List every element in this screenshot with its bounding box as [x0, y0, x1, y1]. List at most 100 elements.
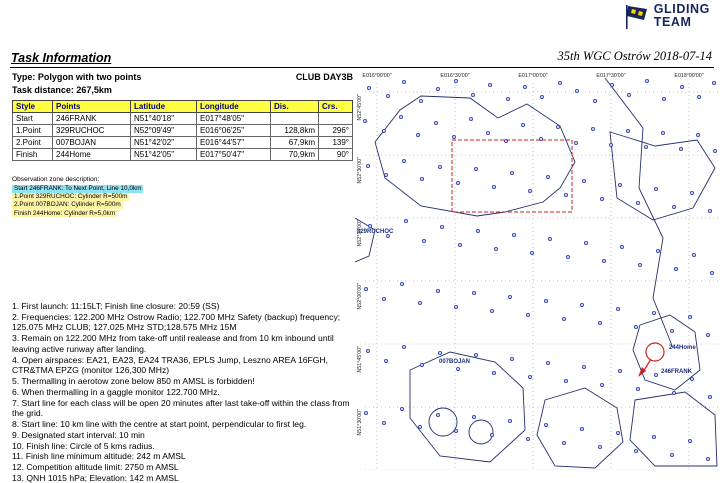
- waypoint-dot: [381, 420, 386, 425]
- waypoint-dot: [363, 410, 368, 415]
- oz-line-finish: Finish 244Home: Cylinder R=5,0km: [12, 209, 118, 218]
- table-cell: N51°42'05": [130, 148, 197, 161]
- logo-line1: GLIDING: [653, 2, 710, 16]
- waypoint-dot: [418, 300, 423, 305]
- waypoint-dot: [691, 252, 696, 257]
- waypoint-dot: [522, 84, 527, 89]
- waypoint-dot: [489, 432, 494, 437]
- table-cell: 1.Point: [12, 124, 53, 137]
- waypoint-dot: [625, 129, 630, 134]
- waypoint-dot: [679, 84, 684, 89]
- waypoint-dot: [489, 308, 494, 313]
- page-title: Task Information: [11, 51, 112, 65]
- note-line: 9. Designated start interval: 10 min: [12, 429, 145, 440]
- waypoint-dot: [565, 254, 570, 259]
- waypoint-dot: [561, 316, 566, 321]
- waypoint-dot: [543, 422, 548, 427]
- latitude-label: N52°30'00": [357, 157, 363, 184]
- checkered-flag-icon: [623, 3, 649, 36]
- waypoint-dot: [617, 368, 622, 373]
- latitude-label: N52°00'00": [357, 283, 363, 310]
- waypoint-dot: [608, 143, 613, 148]
- note-line: 8. Start line: 10 km line with the centr…: [12, 419, 307, 430]
- waypoint-dot: [597, 444, 602, 449]
- waypoint-dot: [400, 281, 405, 286]
- waypoint-dot: [491, 185, 496, 190]
- waypoint-dot: [590, 127, 595, 132]
- waypoint-dot: [509, 171, 514, 176]
- table-row: Finish 244Home N51°42'05" E017°50'47" 70,9km…: [12, 148, 353, 161]
- note-line: 4. Open airspaces: EA21, EA23, EA24 TRA3…: [12, 354, 329, 376]
- note-line: 10. Finish line: Circle of 5 kms radius.: [12, 440, 155, 451]
- table-cell: 139°: [318, 136, 353, 149]
- table-cell: E017°48'05": [196, 112, 271, 125]
- waypoint-dot: [469, 117, 474, 122]
- waypoint-dot: [678, 147, 683, 152]
- note-line: 3. Remain on 122.200 MHz from take-off u…: [12, 333, 334, 354]
- waypoint-dot: [689, 191, 694, 196]
- waypoint-dot: [545, 360, 550, 365]
- waypoint-dot: [381, 296, 386, 301]
- col-latitude: Latitude: [130, 100, 197, 113]
- table-cell: E017°50'47": [196, 148, 271, 161]
- waypoint-dot: [637, 262, 642, 267]
- waypoint-dot: [635, 386, 640, 391]
- logo-line2: TEAM: [653, 15, 692, 29]
- note-line: 12. Competition altitude limit: 2750 m A…: [12, 462, 179, 473]
- task-distance: Task distance: 267,5km: [12, 85, 112, 95]
- col-style: Style: [12, 100, 53, 113]
- waypoint-dot: [633, 448, 638, 453]
- waypoint-dot: [555, 125, 560, 130]
- waypoint-dot: [705, 332, 710, 337]
- waypoint-dot: [507, 294, 512, 299]
- waypoint-dot: [563, 378, 568, 383]
- waypoint-dot: [579, 302, 584, 307]
- map-waypoint-label: 244Home: [669, 345, 696, 351]
- waypoint-dot: [615, 430, 620, 435]
- waypoint-dot: [579, 426, 584, 431]
- waypoint-dot: [420, 177, 425, 182]
- table-cell: [318, 112, 353, 125]
- restricted-area-rect: [451, 139, 573, 213]
- waypoint-dot: [383, 173, 388, 178]
- waypoint-dot: [707, 394, 712, 399]
- waypoint-dot: [402, 344, 407, 349]
- waypoint-dot: [365, 164, 370, 169]
- waypoint-dot: [436, 86, 441, 91]
- waypoint-dot: [609, 82, 614, 87]
- note-line: 6. When thermalling in a gaggle monitor …: [12, 386, 220, 397]
- waypoint-dot: [404, 218, 409, 223]
- waypoint-dot: [399, 115, 404, 120]
- waypoint-dot: [651, 434, 656, 439]
- waypoint-dot: [574, 88, 579, 93]
- table-cell: 67,9km: [270, 136, 319, 149]
- waypoint-dot: [712, 149, 717, 154]
- table-cell: N51°40'18": [130, 112, 197, 125]
- task-type-row: Type: Polygon with two points CLUB DAY3B: [12, 72, 353, 82]
- waypoint-dot: [581, 364, 586, 369]
- waypoint-dot: [509, 356, 514, 361]
- waypoint-dot: [520, 123, 525, 128]
- waypoint-dot: [635, 200, 640, 205]
- table-cell: 2.Point: [12, 136, 53, 149]
- waypoint-dot: [597, 320, 602, 325]
- table-cell: N52°09'49": [130, 124, 197, 137]
- waypoint-dot: [367, 223, 372, 228]
- waypoint-dot: [599, 197, 604, 202]
- waypoint-dot: [671, 204, 676, 209]
- waypoint-dot: [363, 286, 368, 291]
- oz-line-point1: 1.Point 329RUCHOC: Cylinder R=500m: [12, 193, 130, 201]
- waypoint-dot: [507, 418, 512, 423]
- waypoint-dot: [617, 183, 622, 188]
- waypoint-dot: [525, 312, 530, 317]
- task-type: Type: Polygon with two points: [12, 72, 142, 82]
- map-canvas: E016°00'00" E016°30'00" E017°00'00" E017°30…: [354, 73, 720, 483]
- waypoint-dot: [599, 382, 604, 387]
- waypoint-dot: [436, 288, 441, 293]
- table-cell: Start: [12, 112, 53, 125]
- table-cell: 007BOJAN: [52, 136, 131, 149]
- waypoint-dot: [711, 80, 716, 85]
- longitude-label: E017°30'00": [596, 73, 625, 79]
- waypoint-dot: [474, 167, 479, 172]
- waypoint-dot: [422, 238, 427, 243]
